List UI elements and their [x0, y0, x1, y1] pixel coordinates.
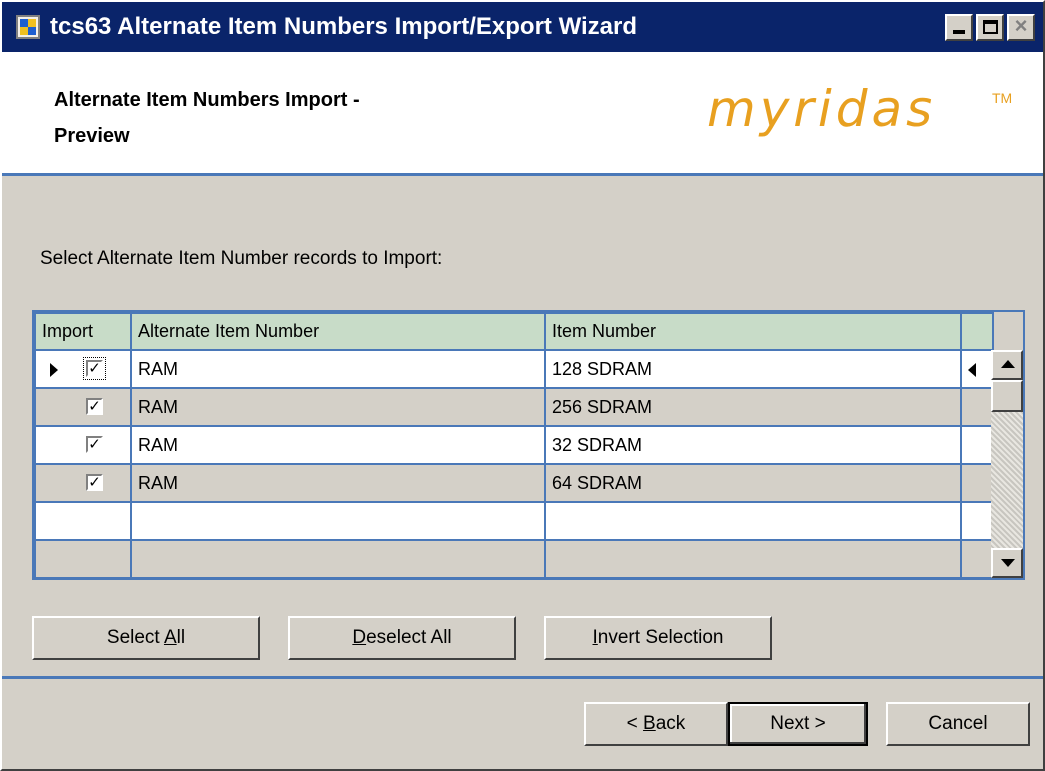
logo-trademark: TM	[992, 90, 1013, 106]
close-button[interactable]: ×	[1007, 12, 1035, 41]
import-checkbox[interactable]: ✓	[86, 398, 103, 415]
filler-cell	[960, 501, 994, 541]
alternate-item-number-cell[interactable]	[130, 501, 546, 541]
back-button[interactable]: < Back	[584, 702, 728, 746]
arrow-up-icon	[1001, 360, 1015, 368]
footer-divider	[2, 676, 1043, 679]
current-row-indicator-icon	[50, 363, 58, 377]
window-title: tcs63 Alternate Item Numbers Import/Expo…	[50, 13, 638, 40]
table-row[interactable]: ✓ RAM 128 SDRAM	[34, 349, 994, 389]
app-icon[interactable]	[16, 15, 40, 39]
select-all-label-pre: Select	[106, 627, 164, 648]
table-row-empty[interactable]	[34, 539, 994, 578]
deselect-all-button[interactable]: Deselect All	[288, 616, 516, 660]
maximize-button[interactable]	[976, 13, 1004, 41]
records-grid[interactable]: Import Alternate Item Number Item Number…	[32, 310, 1025, 580]
filler-cell	[960, 425, 994, 465]
page-title-line2: Preview	[54, 125, 130, 147]
myridas-logo: myridas	[707, 80, 937, 138]
item-number-cell[interactable]	[544, 501, 962, 541]
item-number-cell[interactable]: 32 SDRAM	[544, 425, 962, 465]
title-bar[interactable]: tcs63 Alternate Item Numbers Import/Expo…	[2, 2, 1043, 52]
alternate-item-number-cell[interactable]: RAM	[130, 387, 546, 427]
instruction-label: Select Alternate Item Number records to …	[40, 248, 443, 269]
column-header-alternate-item-number[interactable]: Alternate Item Number	[130, 312, 546, 351]
filler-cell	[960, 463, 994, 503]
back-label-post: ack	[655, 713, 686, 734]
maximize-icon	[983, 19, 998, 34]
back-label-pre: <	[626, 713, 644, 734]
table-row-empty[interactable]	[34, 501, 994, 541]
invert-selection-button[interactable]: Invert Selection	[544, 616, 772, 660]
alternate-item-number-cell[interactable]	[130, 539, 546, 578]
alternate-item-number-cell[interactable]: RAM	[130, 463, 546, 503]
next-button[interactable]: Next >	[728, 702, 868, 746]
table-row[interactable]: ✓ RAM 256 SDRAM	[34, 387, 994, 427]
import-cell[interactable]	[34, 501, 132, 541]
filler-cell	[960, 539, 994, 578]
alternate-item-number-cell[interactable]: RAM	[130, 425, 546, 465]
header-panel: Alternate Item Numbers Import - Preview …	[2, 52, 1043, 176]
import-checkbox[interactable]: ✓	[86, 474, 103, 491]
close-icon: ×	[1014, 12, 1028, 38]
select-all-accelerator: A	[163, 627, 177, 648]
minimize-button[interactable]	[945, 13, 973, 41]
page-title-line1: Alternate Item Numbers Import -	[54, 89, 360, 111]
deselect-all-accelerator: D	[352, 627, 367, 648]
column-header-item-number[interactable]: Item Number	[544, 312, 962, 351]
item-number-cell[interactable]	[544, 539, 962, 578]
column-header-import[interactable]: Import	[34, 312, 132, 351]
item-number-cell[interactable]: 128 SDRAM	[544, 349, 962, 389]
arrow-down-icon	[1001, 559, 1015, 567]
item-number-cell[interactable]: 256 SDRAM	[544, 387, 962, 427]
cancel-button[interactable]: Cancel	[886, 702, 1030, 746]
table-row[interactable]: ✓ RAM 64 SDRAM	[34, 463, 994, 503]
select-all-label-post: ll	[176, 627, 186, 648]
scroll-up-button[interactable]	[991, 350, 1023, 380]
import-cell[interactable]: ✓	[34, 387, 132, 427]
scroll-down-button[interactable]	[991, 548, 1023, 578]
item-number-cell[interactable]: 64 SDRAM	[544, 463, 962, 503]
column-header-filler	[960, 312, 994, 351]
deselect-all-label: eselect All	[366, 627, 452, 648]
filler-cell	[960, 349, 994, 389]
import-checkbox[interactable]: ✓	[86, 436, 103, 453]
import-cell[interactable]: ✓	[34, 463, 132, 503]
vertical-scrollbar[interactable]	[991, 350, 1023, 578]
table-row[interactable]: ✓ RAM 32 SDRAM	[34, 425, 994, 465]
back-accelerator: B	[643, 713, 656, 734]
import-cell[interactable]: ✓	[34, 425, 132, 465]
import-cell[interactable]: ✓	[34, 349, 132, 389]
left-arrow-icon	[968, 363, 976, 377]
import-checkbox[interactable]: ✓	[83, 357, 106, 380]
minimize-icon	[953, 29, 965, 34]
invert-selection-label: nvert Selection	[597, 627, 724, 648]
alternate-item-number-cell[interactable]: RAM	[130, 349, 546, 389]
scroll-thumb[interactable]	[991, 380, 1023, 412]
select-all-button[interactable]: Select All	[32, 616, 260, 660]
import-cell[interactable]	[34, 539, 132, 578]
page-title: Alternate Item Numbers Import - Preview	[54, 82, 474, 154]
wizard-window: tcs63 Alternate Item Numbers Import/Expo…	[0, 0, 1045, 771]
filler-cell	[960, 387, 994, 427]
